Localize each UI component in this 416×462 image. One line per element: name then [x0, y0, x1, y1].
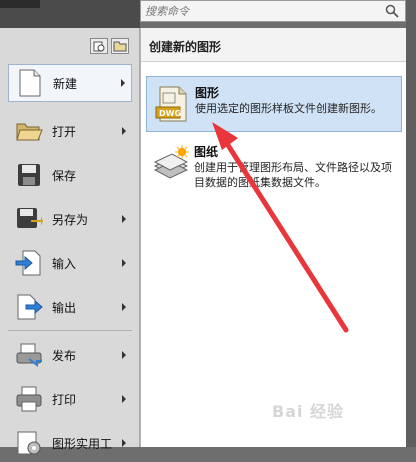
menu-item-label: 打开 — [52, 124, 77, 139]
submenu-item-title: 图纸 — [194, 145, 219, 159]
export-icon — [14, 292, 44, 322]
submenu-arrow-icon — [122, 127, 126, 135]
submenu-arrow-icon — [122, 395, 126, 403]
new-file-icon — [15, 68, 45, 98]
open-folder-icon — [14, 116, 44, 146]
submenu-panel: 创建新的图形 DWG 图形 使用选定的图形样板文件创建新图形。 图纸 创建用于管… — [140, 28, 407, 447]
submenu-item-drawing[interactable]: DWG 图形 使用选定的图形样板文件创建新图形。 — [146, 76, 402, 132]
submenu-item-description: 使用选定的图形样板文件创建新图形。 — [195, 102, 382, 115]
save-as-icon — [14, 204, 44, 234]
menu-item-publish[interactable]: 发布 — [8, 336, 132, 374]
submenu-arrow-icon — [122, 215, 126, 223]
submenu-arrow-icon — [122, 439, 126, 447]
open-documents-icon[interactable] — [111, 38, 129, 54]
search-bar[interactable] — [140, 0, 406, 22]
recent-documents-icon[interactable] — [90, 38, 108, 54]
menu-item-export[interactable]: 输出 — [8, 288, 132, 326]
submenu-arrow-icon — [122, 259, 126, 267]
search-icon[interactable] — [385, 4, 399, 18]
svg-text:DWG: DWG — [159, 109, 181, 118]
submenu-arrow-icon — [122, 303, 126, 311]
menu-item-label: 输出 — [52, 300, 77, 315]
watermark: Bai 经验 — [272, 402, 345, 421]
submenu-arrow-icon — [121, 79, 125, 87]
menu-item-label: 发布 — [52, 348, 77, 363]
menu-item-print[interactable]: 打印 — [8, 380, 132, 418]
submenu-item-description: 创建用于管理图形布局、文件路径以及项目数据的图纸集数据文件。 — [194, 161, 392, 189]
app-menu-strip — [0, 0, 40, 8]
menu-item-label: 输入 — [52, 256, 77, 271]
menu-divider — [8, 330, 132, 331]
submenu-item-sheet-set[interactable]: 图纸 创建用于管理图形布局、文件路径以及项目数据的图纸集数据文件。 — [146, 136, 402, 192]
menu-item-label: 另存为 — [52, 212, 89, 227]
publish-icon — [14, 340, 44, 370]
menu-item-label: 打印 — [52, 392, 77, 407]
submenu-arrow-icon — [122, 351, 126, 359]
drawing-utilities-icon — [14, 428, 44, 458]
submenu-title: 创建新的图形 — [149, 40, 222, 54]
dwg-file-icon: DWG — [155, 86, 187, 122]
menu-item-save-as[interactable]: 另存为 — [8, 200, 132, 238]
submenu-item-title: 图形 — [195, 86, 220, 100]
menu-item-label: 保存 — [52, 168, 77, 183]
menu-item-drawing-utilities[interactable]: 图形实用工 — [8, 424, 132, 462]
application-menu: 新建 打开 保存 另存为 输入 输出 发布 打印 图形实用工 — [0, 28, 140, 455]
menu-item-import[interactable]: 输入 — [8, 244, 132, 282]
menu-item-label: 新建 — [53, 76, 78, 91]
menu-item-open[interactable]: 打开 — [8, 112, 132, 150]
search-input[interactable] — [145, 3, 375, 19]
menu-item-label: 图形实用工 — [52, 436, 113, 451]
submenu-header: 创建新的图形 — [141, 28, 407, 62]
window-edge — [406, 0, 416, 447]
sheet-set-icon — [153, 145, 189, 179]
menu-item-new[interactable]: 新建 — [8, 64, 132, 102]
title-bar-area — [0, 0, 140, 28]
menu-item-save[interactable]: 保存 — [8, 156, 132, 194]
save-disk-icon — [14, 160, 44, 190]
printer-icon — [14, 384, 44, 414]
import-icon — [14, 248, 44, 278]
